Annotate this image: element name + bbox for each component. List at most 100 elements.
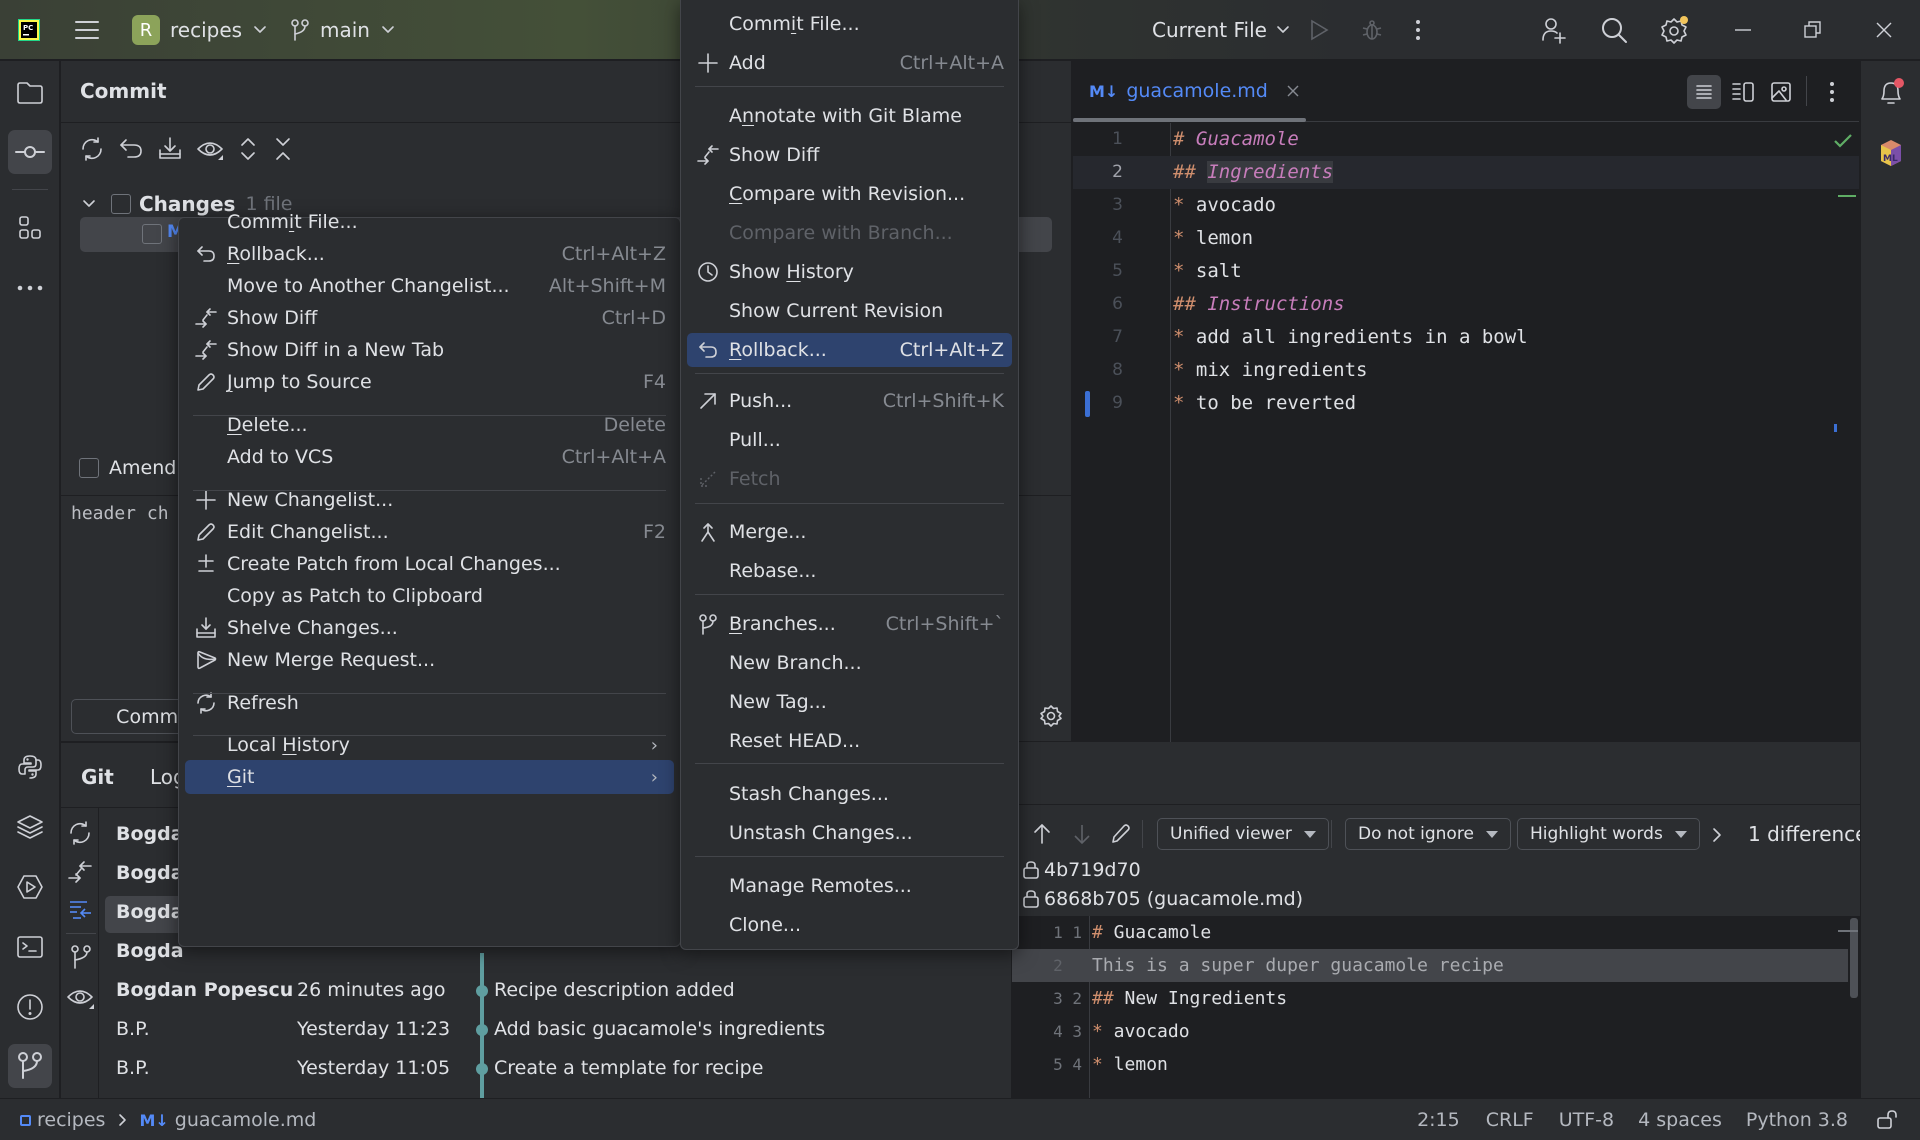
debug-button[interactable] xyxy=(1360,0,1384,60)
minimize-button[interactable] xyxy=(1733,0,1753,60)
highlight-dropdown[interactable]: Highlight words xyxy=(1517,818,1700,850)
context-menu-item[interactable]: Rollback... Ctrl+Alt+Z xyxy=(185,237,674,271)
git-menu-item[interactable]: Show Current Revision xyxy=(687,294,1012,328)
context-menu-item[interactable]: Jump to Source F4 xyxy=(185,365,674,399)
git-tool-button[interactable] xyxy=(8,1044,52,1088)
pencil-icon[interactable] xyxy=(1109,822,1131,846)
eye-icon[interactable] xyxy=(196,136,224,162)
editor-only-view-button[interactable] xyxy=(1687,75,1721,109)
gear-icon[interactable] xyxy=(1039,704,1063,728)
notifications-icon[interactable] xyxy=(1877,77,1905,107)
commit-tool-button[interactable] xyxy=(8,130,52,174)
context-menu-item[interactable]: Refresh xyxy=(185,686,674,720)
git-menu-item[interactable]: Branches... Ctrl+Shift+` xyxy=(687,607,1012,641)
commit-author[interactable]: Bogda xyxy=(116,823,184,845)
git-menu-item[interactable]: New Branch... xyxy=(687,646,1012,680)
tab-guacamole-md[interactable]: M↓ guacamole.md xyxy=(1089,61,1300,121)
expand-all-icon[interactable] xyxy=(237,136,259,162)
git-menu-item[interactable]: Stash Changes... xyxy=(687,777,1012,811)
git-menu-item[interactable]: Pull... xyxy=(687,423,1012,457)
python-console-button[interactable] xyxy=(8,745,52,789)
git-menu-item[interactable]: Unstash Changes... xyxy=(687,816,1012,850)
context-menu-item[interactable]: Copy as Patch to Clipboard xyxy=(185,579,674,613)
git-menu-item[interactable]: Rebase... xyxy=(687,554,1012,588)
eye-icon[interactable] xyxy=(66,985,96,1011)
refresh-icon[interactable] xyxy=(79,136,105,162)
breadcrumb-file[interactable]: guacamole.md xyxy=(175,1109,317,1131)
git-menu-item[interactable]: Rollback... Ctrl+Alt+Z xyxy=(687,333,1012,367)
commit-author[interactable]: Bogda xyxy=(116,901,184,923)
commit-author[interactable]: B.P. xyxy=(116,1057,150,1079)
python-interpreter[interactable]: Python 3.8 xyxy=(1746,1109,1848,1131)
git-menu-item[interactable]: Annotate with Git Blame xyxy=(687,99,1012,133)
git-menu-item[interactable]: New Tag... xyxy=(687,685,1012,719)
run-config-selector[interactable]: Current File xyxy=(1152,0,1291,60)
git-menu-item[interactable]: Show Diff xyxy=(687,138,1012,172)
rollback-icon[interactable] xyxy=(118,136,144,162)
git-menu-item[interactable]: Commit File... xyxy=(687,7,1012,41)
preview-image-icon[interactable] xyxy=(1770,81,1792,103)
diff-content[interactable]: 1 1 # Guacamole 2 This is a super duper gu… xyxy=(1012,916,1860,1098)
amend-checkbox-row[interactable]: Amend xyxy=(79,457,176,479)
git-menu-item[interactable]: Clone... xyxy=(687,908,1012,942)
commit-message[interactable]: Create a template for recipe xyxy=(494,1057,763,1079)
context-menu-item[interactable]: Local History › xyxy=(185,728,674,762)
commit-author[interactable]: Bogda xyxy=(116,862,184,884)
previous-difference-icon[interactable] xyxy=(1032,822,1052,846)
git-menu-item[interactable]: Compare with Branch... xyxy=(687,216,1012,250)
run-button[interactable] xyxy=(1308,0,1330,60)
tab-git[interactable]: Git xyxy=(81,765,114,789)
close-window-button[interactable] xyxy=(1874,0,1894,60)
context-menu-item[interactable]: New Merge Request... xyxy=(185,643,674,677)
file-checkbox[interactable] xyxy=(142,224,162,244)
git-menu-item[interactable]: Fetch xyxy=(687,462,1012,496)
commit-author[interactable]: B.P. xyxy=(116,1018,150,1040)
more-vertical-icon[interactable] xyxy=(1828,81,1836,103)
context-menu-item[interactable]: New Changelist... xyxy=(185,483,674,517)
branch-selector[interactable]: main xyxy=(290,0,396,60)
context-menu-item[interactable]: Delete... Delete xyxy=(185,408,674,442)
context-menu-item[interactable]: Move to Another Changelist... Alt+Shift+M xyxy=(185,269,674,303)
split-view-icon[interactable] xyxy=(1731,81,1755,103)
problems-button[interactable] xyxy=(8,985,52,1029)
git-menu-item[interactable]: Push... Ctrl+Shift+K xyxy=(687,384,1012,418)
viewer-mode-dropdown[interactable]: Unified viewer xyxy=(1157,818,1329,850)
restore-button[interactable] xyxy=(1803,0,1823,60)
diff-icon[interactable] xyxy=(67,859,93,885)
amend-checkbox[interactable] xyxy=(79,458,99,478)
commit-message[interactable]: Recipe description added xyxy=(494,979,735,1001)
changes-checkbox[interactable] xyxy=(111,194,131,214)
ignore-whitespace-dropdown[interactable]: Do not ignore xyxy=(1345,818,1511,850)
search-button[interactable] xyxy=(1600,0,1628,60)
indent-setting[interactable]: 4 spaces xyxy=(1638,1109,1722,1131)
commit-author[interactable]: Bogda xyxy=(116,940,184,962)
markdown-plugin-icon[interactable]: ML xyxy=(1875,137,1907,169)
collapse-all-icon[interactable] xyxy=(272,136,294,162)
git-menu-item[interactable]: Add Ctrl+Alt+A xyxy=(687,46,1012,80)
python-packages-button[interactable] xyxy=(8,805,52,849)
file-encoding[interactable]: UTF-8 xyxy=(1559,1109,1614,1131)
shelve-icon[interactable] xyxy=(157,136,183,162)
context-menu-item[interactable]: Git › xyxy=(185,760,674,794)
commit-message[interactable]: Add basic guacamole's ingredients xyxy=(494,1018,825,1040)
structure-tool-button[interactable] xyxy=(8,206,52,250)
context-menu-item[interactable]: Commit File... xyxy=(185,205,674,239)
vcs-change-marker[interactable] xyxy=(1085,391,1090,417)
git-menu-item[interactable]: Manage Remotes... xyxy=(687,869,1012,903)
context-menu-item[interactable]: Add to VCS Ctrl+Alt+A xyxy=(185,440,674,474)
git-menu-item[interactable]: Compare with Revision... xyxy=(687,177,1012,211)
chevron-right-icon[interactable] xyxy=(1711,826,1723,844)
context-menu-item[interactable]: Edit Changelist... F2 xyxy=(185,515,674,549)
branch-icon[interactable] xyxy=(69,943,93,971)
compare-icon[interactable] xyxy=(67,898,93,924)
unlock-icon[interactable] xyxy=(1876,1109,1898,1131)
code-editor[interactable]: 1 # Guacamole 2 ## Ingredients 3 * avocado 4 * … xyxy=(1073,123,1859,443)
terminal-button[interactable] xyxy=(8,925,52,969)
next-difference-icon[interactable] xyxy=(1072,822,1092,846)
more-actions-button[interactable] xyxy=(1413,0,1423,60)
caret-position[interactable]: 2:15 xyxy=(1417,1109,1460,1131)
context-menu-item[interactable]: Create Patch from Local Changes... xyxy=(185,547,674,581)
add-user-button[interactable] xyxy=(1540,0,1568,60)
refresh-icon[interactable] xyxy=(67,820,93,846)
services-button[interactable] xyxy=(8,865,52,909)
